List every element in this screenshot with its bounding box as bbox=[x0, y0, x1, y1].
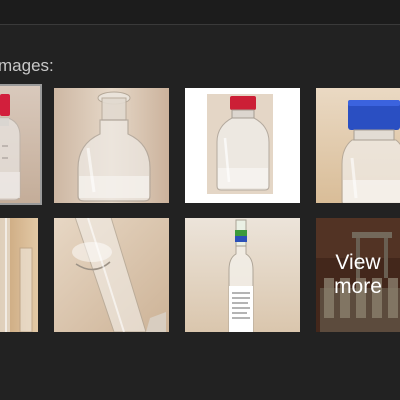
view-more-label-line1: View bbox=[335, 251, 381, 274]
red-cap-bottle-image bbox=[0, 86, 40, 203]
thumbnail-glass-tubes[interactable] bbox=[0, 218, 38, 332]
glass-ampoule-image bbox=[185, 218, 300, 332]
thumbnail-red-cap-bottle[interactable] bbox=[0, 84, 42, 205]
thumbnail-glass-tube-closeup[interactable] bbox=[54, 218, 169, 332]
glass-tubes-image bbox=[0, 218, 38, 332]
images-section-label: mages: bbox=[0, 56, 54, 75]
glass-tube-closeup-image bbox=[54, 218, 169, 332]
thumbnail-stopper-bottle[interactable] bbox=[54, 88, 169, 203]
view-more-overlay[interactable]: View more bbox=[316, 218, 400, 332]
red-cap-bottle-white-image bbox=[185, 88, 300, 203]
thumbnail-blue-cap-bottle[interactable] bbox=[316, 88, 400, 203]
blue-cap-bottle-image bbox=[316, 88, 400, 203]
top-bar bbox=[0, 0, 400, 25]
view-more-label-line2: more bbox=[334, 275, 382, 298]
thumbnail-glass-ampoule[interactable] bbox=[185, 218, 300, 332]
view-more-tile[interactable]: View more bbox=[316, 218, 400, 332]
stopper-bottle-image bbox=[54, 88, 169, 203]
thumbnail-red-cap-bottle-white[interactable] bbox=[185, 88, 300, 203]
